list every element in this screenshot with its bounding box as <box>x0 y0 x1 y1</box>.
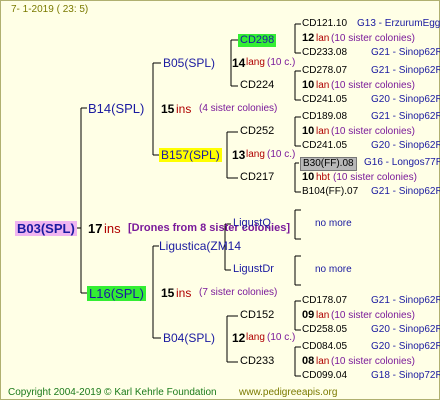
gen4-ref: G21 - Sinop62R <box>371 47 440 58</box>
timestamp: 7- 1-2019 ( 23: 5) <box>11 4 89 15</box>
b14-ins-label: ins <box>176 102 192 116</box>
root-ins-label: ins <box>104 221 121 236</box>
l16-ins-label: ins <box>176 286 192 300</box>
gen4-mid-kind: lan <box>316 310 330 321</box>
b14-sister-note: (4 sister colonies) <box>199 103 278 114</box>
node-cd233[interactable]: CD233 <box>240 356 274 367</box>
gen4-label[interactable]: CD278.07 <box>302 66 347 76</box>
node-ligustica[interactable]: Ligustica(ZM14 <box>159 240 241 252</box>
node-b05[interactable]: B05(SPL) <box>163 57 215 69</box>
b04-colony-count: (10 c.) <box>267 332 296 343</box>
node-b14[interactable]: B14(SPL) <box>88 102 144 115</box>
gen4-mid-kind: lan <box>316 33 330 44</box>
l16-ins-count: 15 <box>161 286 175 300</box>
gen4-label[interactable]: CD258.05 <box>302 325 347 335</box>
gen4-label[interactable]: B104(FF).07 <box>302 187 358 197</box>
gen4-mid-kind: hbt <box>316 172 330 183</box>
gen4-label[interactable]: CD241.05 <box>302 95 347 105</box>
copyright-text: Copyright 2004-2019 © Karl Kehrle Founda… <box>8 387 217 398</box>
gen4-mid-note: (10 sister colonies) <box>331 80 415 91</box>
gen4-mid-note: (10 sister colonies) <box>331 310 415 321</box>
root-node[interactable]: B03(SPL) <box>15 221 77 236</box>
node-cd252[interactable]: CD252 <box>240 126 274 137</box>
gen4-ref: G21 - Sinop62R <box>371 186 440 197</box>
gen4-mid-count: 10 <box>302 125 315 137</box>
gen4-label[interactable]: CD084.05 <box>302 342 347 352</box>
gen4-ref: G20 - Sinop62R <box>371 324 440 335</box>
gen4-ref: G20 - Sinop62R <box>371 94 440 105</box>
gen4-mid-kind: lan <box>316 80 330 91</box>
gen4-mid-kind: lan <box>316 126 330 137</box>
b157-lang-label: lang <box>246 149 265 160</box>
node-cd224[interactable]: CD224 <box>240 80 274 91</box>
gen4-ref: G21 - Sinop62R <box>371 295 440 306</box>
gen4-ref: G18 - Sinop72R <box>371 370 440 381</box>
node-ligustq[interactable]: LigustQ <box>233 218 271 229</box>
no-more-ligustq: no more <box>315 218 352 229</box>
no-more-ligustdr: no more <box>315 264 352 275</box>
b14-ins-count: 15 <box>161 102 175 116</box>
pedigree-canvas: 7- 1-2019 ( 23: 5) B03(SPL) 17 ins [Dron… <box>0 0 440 400</box>
gen4-mid-count: 10 <box>302 79 315 91</box>
gen4-label[interactable]: CD121.10 <box>302 19 347 29</box>
gen4-ref: G13 - ErzurumEgg8 <box>357 18 440 29</box>
b05-lang-count: 14 <box>232 56 246 70</box>
node-cd298[interactable]: CD298 <box>238 34 277 47</box>
node-cd217[interactable]: CD217 <box>240 172 274 183</box>
gen4-label[interactable]: CD241.05 <box>302 141 347 151</box>
gen4-label[interactable]: CD233.08 <box>302 48 347 58</box>
site-link[interactable]: www.pedigreeapis.org <box>239 388 337 398</box>
gen4-ref: G16 - Longos77R <box>364 157 440 168</box>
gen4-label[interactable]: CD178.07 <box>302 296 347 306</box>
gen4-mid-kind: lan <box>316 356 330 367</box>
gen4-mid-count: 12 <box>302 32 315 44</box>
b04-lang-label: lang <box>246 332 265 343</box>
b05-colony-count: (10 c.) <box>267 57 296 68</box>
gen4-mid-count: 09 <box>302 309 315 321</box>
gen4-mid-note: (10 sister colonies) <box>333 172 417 183</box>
node-l16[interactable]: L16(SPL) <box>87 286 146 301</box>
gen4-mid-count: 10 <box>302 171 315 183</box>
b05-lang-label: lang <box>246 57 265 68</box>
node-b04[interactable]: B04(SPL) <box>163 332 215 344</box>
gen4-ref: G20 - Sinop62R <box>371 341 440 352</box>
b157-lang-count: 13 <box>232 148 246 162</box>
gen4-ref: G21 - Sinop62R <box>371 111 440 122</box>
gen4-mid-note: (10 sister colonies) <box>331 356 415 367</box>
node-cd152[interactable]: CD152 <box>240 310 274 321</box>
gen4-ref: G20 - Sinop62R <box>371 140 440 151</box>
gen4-ref: G21 - Sinop62R <box>371 65 440 76</box>
gen4-label[interactable]: CD099.04 <box>302 371 347 381</box>
node-b157[interactable]: B157(SPL) <box>159 148 222 162</box>
l16-sister-note: (7 sister colonies) <box>199 287 278 298</box>
b04-lang-count: 12 <box>232 331 246 345</box>
gen4-mid-note: (10 sister colonies) <box>331 126 415 137</box>
gen4-mid-count: 08 <box>302 355 315 367</box>
root-ins-count: 17 <box>88 221 103 236</box>
gen4-label[interactable]: CD189.08 <box>302 112 347 122</box>
b157-colony-count: (10 c.) <box>267 149 296 160</box>
gen4-label[interactable]: B30(FF).08 <box>300 157 357 171</box>
gen4-mid-note: (10 sister colonies) <box>331 33 415 44</box>
node-ligustdr[interactable]: LigustDr <box>233 264 274 275</box>
